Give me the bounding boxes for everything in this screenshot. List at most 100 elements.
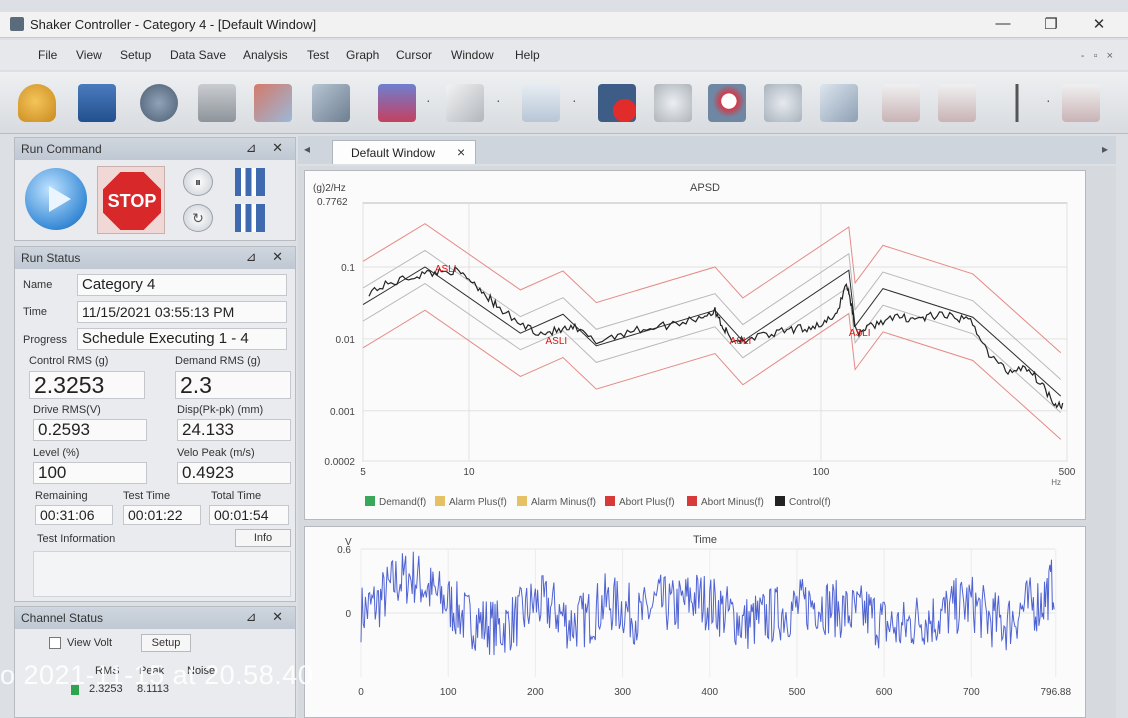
dropdown-arrow-icon[interactable]: · xyxy=(572,92,577,112)
continue-button[interactable]: ↻ xyxy=(183,204,213,232)
apsd-ytick-label: 0.001 xyxy=(330,407,355,418)
level-up-icon[interactable] xyxy=(235,168,265,196)
stop-label: STOP xyxy=(107,191,157,211)
menu-data-save[interactable]: Data Save xyxy=(170,48,226,62)
menu-graph[interactable]: Graph xyxy=(346,48,379,62)
panel-pin-close-icon[interactable]: ⊿ ✕ xyxy=(246,140,289,156)
menu-window[interactable]: Window xyxy=(451,48,494,62)
time-title: Time xyxy=(693,534,717,546)
menu-test[interactable]: Test xyxy=(307,48,329,62)
apsd-legend-label: Control(f) xyxy=(789,497,831,508)
magnet-icon[interactable] xyxy=(378,84,416,122)
apsd-legend-swatch xyxy=(365,496,375,506)
panel-title: Run Command xyxy=(21,142,102,156)
apsd-abort-line xyxy=(362,223,1062,354)
remaining-field: 00:31:06 xyxy=(35,505,113,525)
apsd-legend-swatch xyxy=(435,496,445,506)
demand-rms-label: Demand RMS (g) xyxy=(175,355,261,367)
menu-bar: File View Setup Data Save Analysis Test … xyxy=(0,40,1128,70)
view-graph-icon[interactable] xyxy=(254,84,292,122)
signal-icon[interactable] xyxy=(522,84,560,122)
progress-field: Schedule Executing 1 - 4 xyxy=(77,328,287,350)
demand-rms-field: 2.3 xyxy=(175,371,291,399)
apsd-ytop-label: 0.7762 xyxy=(317,197,348,208)
control-rms-field: 2.3253 xyxy=(29,371,145,399)
dropdown-arrow-icon[interactable]: · xyxy=(426,92,431,112)
level-down-icon[interactable] xyxy=(235,204,265,232)
dropdown-arrow-icon[interactable]: · xyxy=(496,92,501,112)
drive-rms-field: 0.2593 xyxy=(33,419,147,441)
apsd-ytick-label: 0.1 xyxy=(341,263,355,274)
apsd-ylabel: (g)2/Hz xyxy=(313,183,346,194)
disp-field: 24.133 xyxy=(177,419,291,441)
edit-icon[interactable] xyxy=(446,84,484,122)
spectrum-overlay-icon[interactable] xyxy=(938,84,976,122)
time-label: Time xyxy=(23,306,48,318)
panel-header: Run Status ⊿ ✕ xyxy=(15,247,295,269)
toolbar: · · · · xyxy=(0,72,1128,134)
chart-area: APSD (g)2/Hz 0.7762 0.1 0.01 0.001 0.0002 5 10 10… xyxy=(298,166,1116,718)
wizard-icon[interactable] xyxy=(312,84,350,122)
minimize-button[interactable]: — xyxy=(990,15,1016,32)
view-volt-checkbox[interactable] xyxy=(49,637,61,649)
tab-default-window[interactable]: Default Window × xyxy=(332,140,476,164)
menu-view[interactable]: View xyxy=(76,48,102,62)
apsd-chart[interactable]: APSD (g)2/Hz 0.7762 0.1 0.01 0.001 0.0002 5 10 10… xyxy=(304,170,1086,520)
setup-gear-icon[interactable] xyxy=(140,84,178,122)
record-icon[interactable] xyxy=(598,84,636,122)
spectrum-icon[interactable] xyxy=(882,84,920,122)
tab-scroll-right-icon[interactable]: ▸ xyxy=(1102,142,1108,156)
time-xtick-label: 500 xyxy=(789,687,806,698)
panel-pin-close-icon[interactable]: ⊿ ✕ xyxy=(246,609,289,625)
zoom-in-icon[interactable] xyxy=(708,84,746,122)
apsd-ytick-label: 0.01 xyxy=(336,335,356,346)
print-icon[interactable] xyxy=(198,84,236,122)
menu-analysis[interactable]: Analysis xyxy=(243,48,288,62)
stop-button[interactable]: STOP xyxy=(97,166,165,234)
setup-button[interactable]: Setup xyxy=(141,634,191,652)
run-status-panel: Run Status ⊿ ✕ Name Category 4 Time 11/1… xyxy=(14,246,296,602)
control-rms-label: Control RMS (g) xyxy=(29,355,109,367)
time-xtick-label: 400 xyxy=(701,687,718,698)
panel-pin-close-icon[interactable]: ⊿ ✕ xyxy=(246,249,289,265)
apsd-legend-swatch xyxy=(605,496,615,506)
apsd-xtick-label: 100 xyxy=(813,467,830,478)
apsd-annotation: ASLI xyxy=(730,336,752,347)
open-folder-icon[interactable] xyxy=(18,84,56,122)
close-button[interactable]: ✕ xyxy=(1086,15,1112,33)
menu-help[interactable]: Help xyxy=(515,48,540,62)
tab-scroll-left-icon[interactable]: ◂ xyxy=(304,142,310,156)
total-time-field: 00:01:54 xyxy=(209,505,289,525)
dropdown-arrow-icon[interactable]: · xyxy=(1046,92,1051,112)
apsd-annotation: ASLI xyxy=(435,264,457,275)
mdi-controls[interactable]: - ▫ × xyxy=(1081,50,1116,62)
menu-cursor[interactable]: Cursor xyxy=(396,48,432,62)
save-icon[interactable] xyxy=(78,84,116,122)
zoom-fit-icon[interactable] xyxy=(820,84,858,122)
cursor-icon[interactable] xyxy=(1000,84,1034,122)
panel-title: Channel Status xyxy=(21,611,104,625)
pan-hand-icon[interactable] xyxy=(654,84,692,122)
panel-title: Run Status xyxy=(21,251,81,265)
time-ytick-label: 0.6 xyxy=(337,545,351,556)
progress-label: Progress xyxy=(23,334,68,346)
document-tab-strip: ◂ Default Window × ▸ xyxy=(298,136,1116,164)
apsd-title: APSD xyxy=(690,182,720,194)
time-xtick-label: 600 xyxy=(876,687,893,698)
zoom-out-icon[interactable] xyxy=(764,84,802,122)
time-xtick-label: 200 xyxy=(527,687,544,698)
apsd-control-line xyxy=(368,265,1064,410)
run-button[interactable] xyxy=(25,168,87,230)
info-button[interactable]: Info xyxy=(235,529,291,547)
time-xtick-label: 100 xyxy=(440,687,457,698)
trend-icon[interactable] xyxy=(1062,84,1100,122)
apsd-xtick-label: 10 xyxy=(463,467,475,478)
restore-button[interactable]: ❐ xyxy=(1038,15,1064,33)
menu-setup[interactable]: Setup xyxy=(120,48,151,62)
menu-file[interactable]: File xyxy=(38,48,57,62)
apsd-legend-swatch xyxy=(775,496,785,506)
apsd-annotation: ASLI xyxy=(546,336,568,347)
time-chart[interactable]: Time V 0.6 0 0 100 200 300 400 500 600 700 796.88 xyxy=(304,526,1086,718)
tab-close-icon[interactable]: × xyxy=(457,144,465,160)
pause-button[interactable]: ⏸ xyxy=(183,168,213,196)
